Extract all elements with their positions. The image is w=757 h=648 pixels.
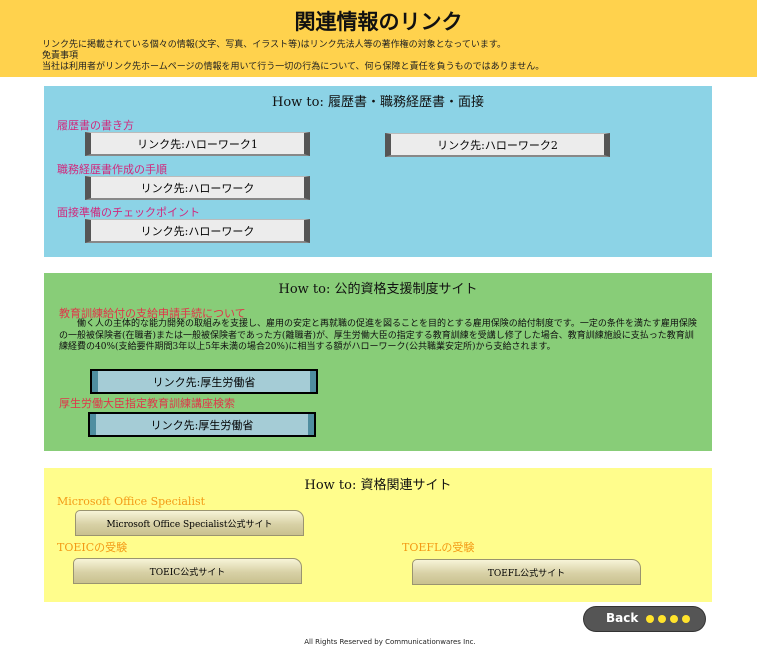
certification-section-title: How to: 資格関連サイト bbox=[304, 478, 452, 493]
dot-icon bbox=[646, 615, 654, 623]
dot-icon bbox=[658, 615, 666, 623]
copyright-notice: リンク先に掲載されている個々の情報(文字、写真、イラスト等)はリンク先法人等の著… bbox=[42, 40, 506, 50]
mos-official-site-button[interactable]: Microsoft Office Specialist公式サイト bbox=[75, 510, 304, 536]
mhlw-link-button-2[interactable]: リンク先:厚生労働省 bbox=[88, 412, 316, 437]
resume-section: How to: 履歴書・職務経歴書・面接 履歴書の書き方 リンク先:ハローワーク… bbox=[44, 86, 712, 257]
hellowork1-link-button[interactable]: リンク先:ハローワーク1 bbox=[85, 132, 310, 156]
mos-label: Microsoft Office Specialist bbox=[57, 495, 206, 508]
public-support-section-title: How to: 公的資格支援制度サイト bbox=[278, 282, 478, 297]
toefl-official-site-button[interactable]: TOEFL公式サイト bbox=[412, 559, 641, 585]
page-header: 関連情報のリンク リンク先に掲載されている個々の情報(文字、写真、イラスト等)は… bbox=[0, 0, 757, 77]
career-history-label: 職務経歴書作成の手順 bbox=[57, 163, 167, 176]
back-button-label: Back bbox=[606, 611, 639, 625]
course-search-label: 厚生労働大臣指定教育訓練講座検索 bbox=[59, 397, 235, 410]
certification-section: How to: 資格関連サイト Microsoft Office Special… bbox=[44, 468, 712, 602]
footer-copyright: All Rights Reserved by Communicationware… bbox=[304, 638, 476, 646]
mhlw-link-button-1[interactable]: リンク先:厚生労働省 bbox=[90, 369, 318, 394]
hellowork2-link-button[interactable]: リンク先:ハローワーク2 bbox=[385, 133, 610, 157]
dot-icon bbox=[682, 615, 690, 623]
dot-icon bbox=[670, 615, 678, 623]
public-support-section: How to: 公的資格支援制度サイト 教育訓練給付の支給申請手続について 働く… bbox=[44, 273, 712, 451]
resume-writing-label: 履歴書の書き方 bbox=[57, 119, 134, 132]
toeic-official-site-button[interactable]: TOEIC公式サイト bbox=[73, 558, 302, 584]
disclaimer-text: 当社は利用者がリンク先ホームページの情報を用いて行う一切の行為について、何ら保障… bbox=[42, 62, 545, 72]
page-title: 関連情報のリンク bbox=[294, 9, 463, 34]
interview-checkpoint-label: 面接準備のチェックポイント bbox=[57, 206, 200, 219]
training-benefit-description: 働く人の主体的な能力開発の取組みを支援し、雇用の安定と再就職の促進を図ることを目… bbox=[59, 319, 699, 354]
toefl-label: TOEFLの受験 bbox=[402, 541, 475, 554]
disclaimer-heading: 免責事項 bbox=[42, 51, 79, 61]
toeic-label: TOEICの受験 bbox=[57, 541, 128, 554]
resume-section-title: How to: 履歴書・職務経歴書・面接 bbox=[272, 95, 484, 110]
career-hellowork-link-button[interactable]: リンク先:ハローワーク bbox=[85, 176, 310, 200]
training-benefit-text: 働く人の主体的な能力開発の取組みを支援し、雇用の安定と再就職の促進を図ることを目… bbox=[59, 319, 697, 352]
interview-hellowork-link-button[interactable]: リンク先:ハローワーク bbox=[85, 219, 310, 243]
back-button[interactable]: Back bbox=[584, 607, 705, 631]
